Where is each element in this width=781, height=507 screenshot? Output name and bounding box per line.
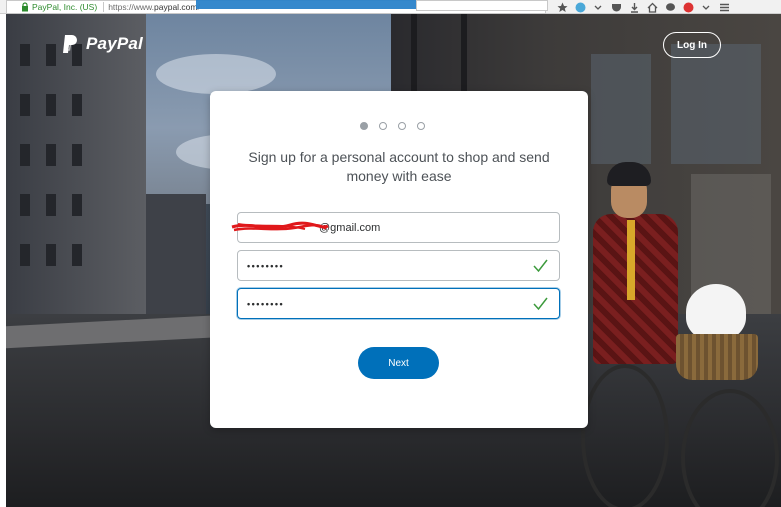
search-field[interactable] (416, 0, 548, 11)
chat-icon[interactable] (664, 1, 676, 13)
building-left (6, 14, 146, 314)
toolbar-icons (556, 0, 730, 14)
signup-card: Sign up for a personal account to shop a… (210, 91, 588, 428)
download-icon[interactable] (628, 1, 640, 13)
pocket-icon[interactable] (610, 1, 622, 13)
email-field[interactable]: @gmail.com (231, 212, 560, 243)
next-button[interactable]: Next (358, 347, 439, 379)
url-prefix: https://www. (108, 2, 155, 12)
paypal-mark-icon (62, 34, 80, 54)
building-mid (146, 194, 206, 314)
lock-icon (21, 2, 29, 12)
confirm-password-field[interactable]: •••••••• (237, 288, 560, 319)
redaction-scribble (231, 221, 329, 232)
menu-icon[interactable] (718, 1, 730, 13)
addon-icon[interactable] (682, 1, 694, 13)
step-dot-4 (417, 122, 425, 130)
chevron-down-icon[interactable] (592, 1, 604, 13)
step-indicator (360, 122, 425, 130)
extension-icon[interactable] (574, 1, 586, 13)
password-field[interactable]: •••••••• (237, 250, 560, 281)
bookmark-star-icon[interactable] (556, 1, 568, 13)
password-value: •••••••• (247, 260, 285, 271)
url-text[interactable]: https://www.paypal.com/ (108, 2, 200, 12)
step-dot-1 (360, 122, 368, 130)
signup-headline: Sign up for a personal account to shop a… (248, 149, 550, 184)
check-icon (533, 297, 548, 311)
divider (103, 2, 105, 12)
cyclist-photo (581, 154, 781, 507)
url-domain: paypal.com (154, 2, 198, 12)
login-button[interactable]: Log In (663, 32, 721, 58)
check-icon (533, 259, 548, 273)
chevron-down-icon[interactable] (700, 1, 712, 13)
logo-text: PayPal (86, 34, 143, 53)
browser-toolbar: PayPal, Inc. (US) https://www.paypal.com… (0, 0, 781, 14)
home-icon[interactable] (646, 1, 658, 13)
confirm-password-value: •••••••• (247, 298, 285, 309)
step-dot-2 (379, 122, 387, 130)
step-dot-3 (398, 122, 406, 130)
site-identity[interactable]: PayPal, Inc. (US) (32, 2, 97, 12)
paypal-logo[interactable]: PayPal (62, 34, 143, 54)
